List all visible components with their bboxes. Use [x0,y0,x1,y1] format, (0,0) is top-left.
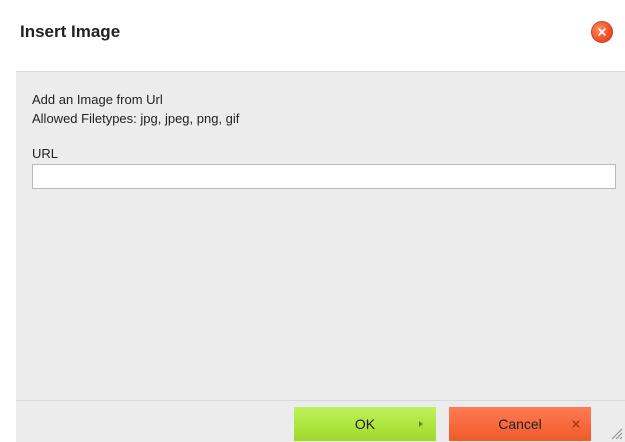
arrow-right-icon [419,421,423,427]
ok-button[interactable]: OK [294,407,436,441]
info-text: Add an Image from Url [32,92,163,107]
cancel-button[interactable]: Cancel [449,407,591,441]
url-input[interactable] [32,164,616,189]
insert-image-dialog: Insert Image Add an Image from Url Allow… [8,8,625,442]
dialog-footer: OK Cancel [16,400,625,442]
dialog-body: Add an Image from Url Allowed Filetypes:… [16,71,625,400]
close-button[interactable] [591,21,613,43]
dialog-title: Insert Image [20,22,121,41]
close-icon [572,420,580,428]
cancel-button-label: Cancel [498,416,542,432]
resize-grip-icon[interactable] [609,426,623,440]
allowed-filetypes-text: Allowed Filetypes: jpg, jpeg, png, gif [32,111,240,126]
close-icon [598,28,606,36]
dialog-header: Insert Image [8,8,625,71]
ok-button-label: OK [354,416,376,432]
url-label: URL [32,146,59,161]
